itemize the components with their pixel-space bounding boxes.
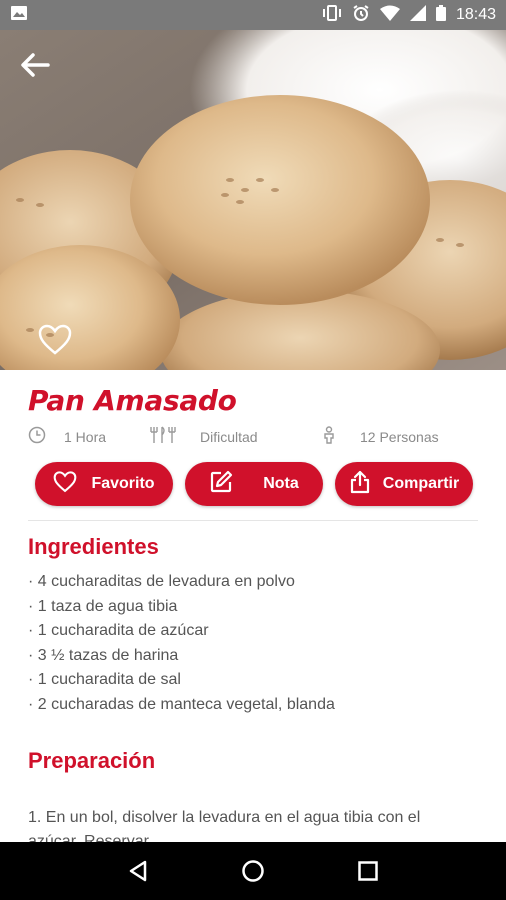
share-button[interactable]: Compartir xyxy=(335,462,473,506)
meta-servings: 12 Personas xyxy=(322,426,439,447)
ingredient-item: · 1 cucharadita de azúcar xyxy=(28,622,209,639)
utensils-icon xyxy=(148,426,178,447)
arrow-left-icon xyxy=(21,53,50,77)
signal-icon xyxy=(409,4,426,26)
nav-recents-button[interactable] xyxy=(348,851,388,891)
share-button-label: Compartir xyxy=(382,475,460,492)
wifi-icon xyxy=(379,5,400,26)
favorite-button-label: Favorito xyxy=(91,475,155,492)
person-icon xyxy=(322,426,336,447)
preparation-text: 1. En un bol, disolver la levadura en el… xyxy=(28,809,421,842)
ingredient-item: · 1 taza de agua tibia xyxy=(28,597,178,615)
meta-difficulty: Dificultad xyxy=(148,426,258,447)
heart-outline-icon xyxy=(38,324,72,355)
heart-icon xyxy=(53,470,77,498)
divider xyxy=(28,520,478,521)
recipe-hero-image xyxy=(0,30,506,370)
nav-back-button[interactable] xyxy=(118,851,158,891)
ingredient-item: · 2 cucharadas de manteca vegetal, bland… xyxy=(28,695,335,713)
battery-icon xyxy=(435,4,446,26)
note-button[interactable]: Nota xyxy=(185,462,323,506)
share-icon xyxy=(349,470,371,499)
triangle-back-icon xyxy=(129,860,146,882)
ingredients-heading: Ingredientes xyxy=(28,534,159,559)
meta-servings-value: 12 Personas xyxy=(360,428,439,445)
nav-home-button[interactable] xyxy=(233,851,273,891)
recipe-title: Pan Amasado xyxy=(28,384,237,417)
image-icon xyxy=(10,5,28,26)
recipe-content: Pan Amasado 1 Hora Dificultad 12 Persona… xyxy=(0,370,506,842)
ingredient-item: · 3 ½ tazas de harina xyxy=(28,646,179,664)
note-button-label: Nota xyxy=(263,475,299,492)
clock-icon xyxy=(28,426,46,447)
status-time: 18:43 xyxy=(455,6,496,23)
system-nav-bar xyxy=(0,842,506,900)
ingredient-item: · 4 cucharaditas de levadura en polvo xyxy=(28,573,295,590)
ingredient-item: · 1 cucharadita de sal xyxy=(28,671,181,688)
alarm-icon xyxy=(352,4,370,27)
meta-time-value: 1 Hora xyxy=(64,428,107,445)
meta-time: 1 Hora xyxy=(28,426,106,447)
back-button[interactable] xyxy=(18,50,52,80)
square-recents-icon xyxy=(358,861,379,881)
favorite-button[interactable]: Favorito xyxy=(35,462,173,506)
circle-home-icon xyxy=(242,860,264,882)
meta-difficulty-value: Dificultad xyxy=(200,428,258,445)
vibrate-icon xyxy=(322,4,342,26)
favorite-overlay-button[interactable] xyxy=(38,324,72,356)
edit-note-icon xyxy=(209,470,233,499)
status-bar: 18:43 xyxy=(0,0,506,30)
ingredients-list: · 4 cucharaditas de levadura en polvo · … xyxy=(28,570,335,717)
preparation-heading: Preparación xyxy=(28,748,156,773)
